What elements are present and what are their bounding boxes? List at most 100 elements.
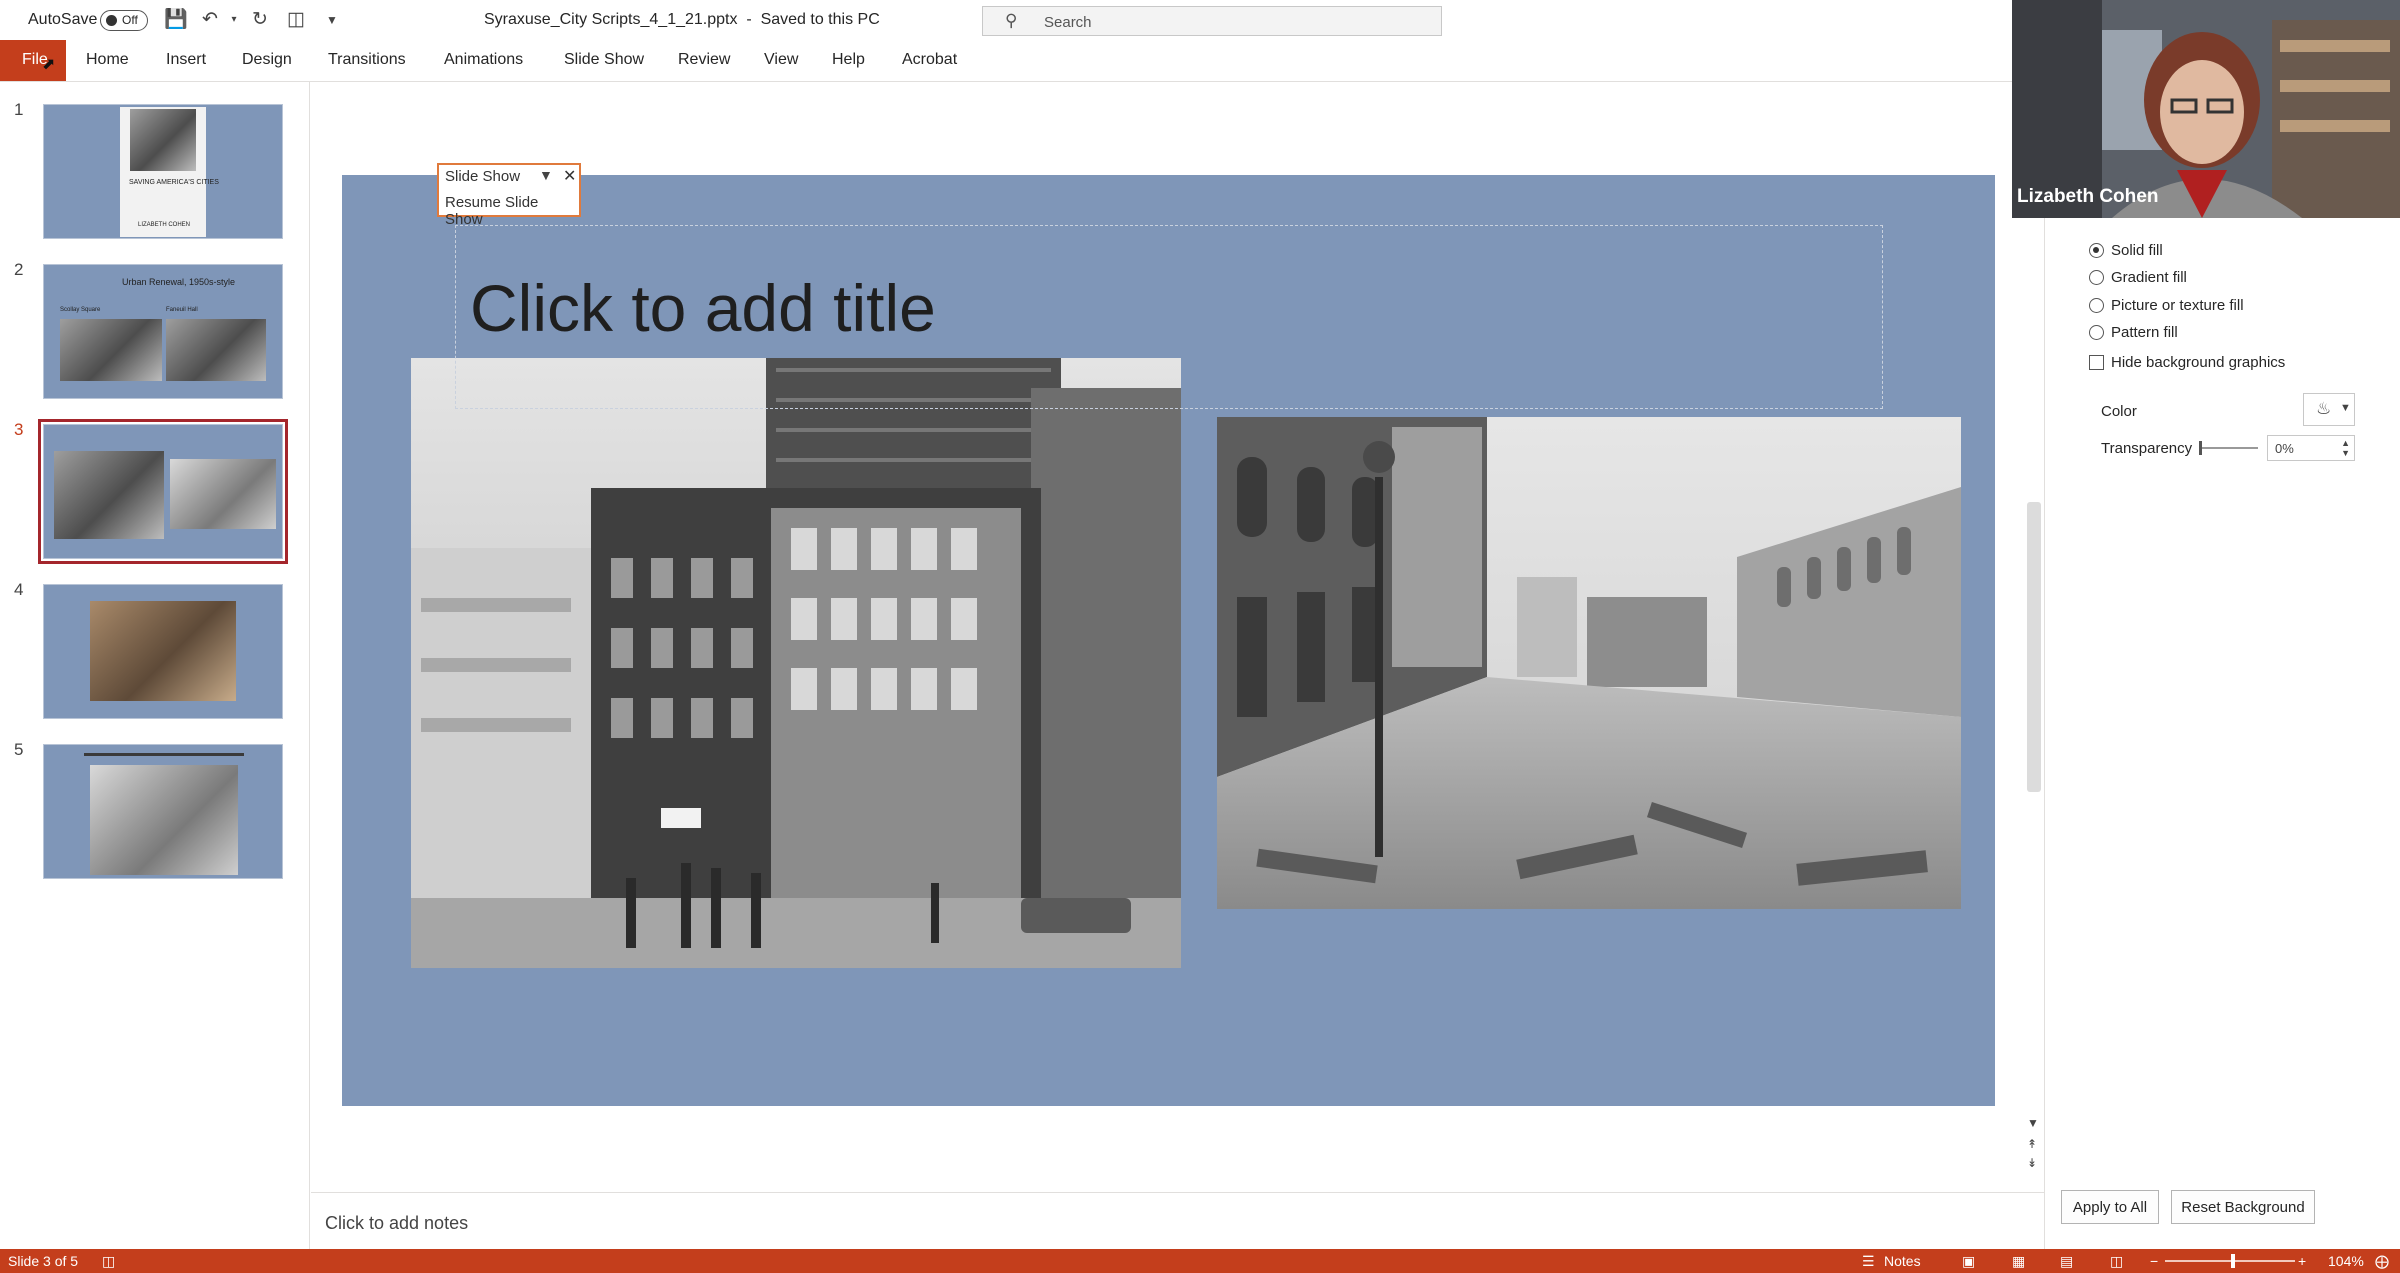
status-bar: Slide 3 of 5 ◫ ☰ Notes ▣ ▦ ▤ ◫ − + 104% …: [0, 1249, 2400, 1273]
popup-close-icon[interactable]: ✕: [563, 166, 576, 186]
slide-thumbnail-2[interactable]: Urban Renewal, 1950s-style Scollay Squar…: [43, 264, 283, 399]
tab-slide-show[interactable]: Slide Show: [564, 51, 644, 69]
pattern-fill-radio[interactable]: [2089, 325, 2104, 340]
scroll-down-arrow-icon[interactable]: ▼: [2027, 1116, 2039, 1130]
slide-number: 1: [14, 100, 24, 119]
slide-thumbnail-4[interactable]: [43, 584, 283, 719]
autosave-toggle[interactable]: Off: [100, 10, 148, 31]
hide-bg-graphics-label[interactable]: Hide background graphics: [2111, 354, 2285, 371]
slide-thumbnail-3[interactable]: [38, 419, 288, 564]
search-box[interactable]: ⚲ Search: [982, 6, 1442, 36]
tab-acrobat[interactable]: Acrobat: [902, 51, 957, 69]
thumb-photo: [54, 451, 164, 539]
color-picker-button[interactable]: ♨ ▼: [2303, 393, 2355, 426]
slide-thumbnail-1[interactable]: SAVING AMERICA'S CITIES LIZABETH COHEN: [43, 104, 283, 239]
mouse-cursor-icon: ⬈: [42, 56, 56, 73]
toggle-knob: [106, 15, 117, 26]
undo-icon[interactable]: ↶: [198, 8, 222, 32]
transparency-value: 0%: [2275, 441, 2294, 456]
redo-icon[interactable]: ↻: [248, 8, 272, 32]
reading-view-icon[interactable]: ▤: [2060, 1253, 2073, 1270]
document-title: Syraxuse_City Scripts_4_1_21.pptx - Save…: [484, 11, 880, 28]
popup-dropdown-icon[interactable]: ▼: [539, 167, 553, 183]
gradient-fill-radio[interactable]: [2089, 270, 2104, 285]
spelling-icon[interactable]: ◫: [102, 1253, 115, 1270]
tab-view[interactable]: View: [764, 51, 798, 69]
notes-icon[interactable]: ☰: [1862, 1253, 1875, 1270]
canvas-vertical-scrollbar[interactable]: ▼ ↟ ↡: [2024, 82, 2044, 1192]
paint-bucket-icon: ♨: [2316, 399, 2332, 418]
picture-fill-radio[interactable]: [2089, 298, 2104, 313]
thumb-photo: [60, 319, 162, 381]
slide-thumbnail-5[interactable]: [43, 744, 283, 879]
slide-sorter-icon[interactable]: ▦: [2012, 1253, 2025, 1270]
hide-bg-graphics-checkbox[interactable]: [2089, 355, 2104, 370]
participant-name: Lizabeth Cohen: [2017, 186, 2159, 207]
pattern-fill-label[interactable]: Pattern fill: [2111, 324, 2178, 341]
previous-slide-icon[interactable]: ↟: [2027, 1137, 2037, 1151]
tab-design[interactable]: Design: [242, 51, 292, 69]
search-icon: ⚲: [1005, 11, 1018, 30]
slide2-caption-left: Scollay Square: [60, 307, 101, 313]
thumb-photo: [166, 319, 266, 381]
tab-insert[interactable]: Insert: [166, 51, 206, 69]
slide2-caption-right: Faneuil Hall: [166, 307, 198, 313]
book-cover: SAVING AMERICA'S CITIES LIZABETH COHEN: [120, 107, 219, 237]
title-placeholder-text[interactable]: Click to add title: [470, 270, 936, 346]
reset-background-button[interactable]: Reset Background: [2171, 1190, 2315, 1224]
tab-home[interactable]: Home: [86, 51, 129, 69]
popup-title: Slide Show: [445, 168, 521, 185]
photo-left-drawing: [411, 358, 1181, 968]
notes-button[interactable]: Notes: [1884, 1253, 1921, 1269]
notes-pane[interactable]: Click to add notes: [311, 1192, 2044, 1249]
normal-view-icon[interactable]: ▣: [1962, 1253, 1975, 1270]
slide-photo-right[interactable]: [1217, 417, 1961, 909]
slide-show-view-icon[interactable]: ◫: [2110, 1253, 2123, 1270]
thumb-photo: [90, 765, 238, 875]
tab-file[interactable]: File: [0, 40, 66, 81]
book-author: LIZABETH COHEN: [138, 222, 191, 228]
slider-knob[interactable]: [2199, 441, 2202, 455]
next-slide-icon[interactable]: ↡: [2027, 1156, 2037, 1170]
save-icon[interactable]: 💾: [164, 8, 188, 32]
slide-number: 4: [14, 580, 24, 599]
transparency-slider[interactable]: [2199, 441, 2258, 455]
color-label: Color: [2101, 403, 2137, 420]
zoom-in-icon[interactable]: +: [2298, 1253, 2306, 1269]
transparency-label: Transparency: [2101, 440, 2193, 457]
present-from-start-icon[interactable]: ◫: [284, 8, 308, 32]
autosave-state: Off: [122, 13, 138, 27]
slide-number: 3: [14, 420, 24, 439]
zoom-slider-knob[interactable]: [2231, 1254, 2235, 1268]
customize-qat-icon[interactable]: ▼: [320, 8, 344, 32]
search-placeholder: Search: [1044, 14, 1092, 31]
spin-buttons-icon[interactable]: ▲ ▼: [2341, 438, 2350, 458]
scrollbar-thumb[interactable]: [2027, 502, 2041, 792]
tab-transitions[interactable]: Transitions: [328, 51, 406, 69]
chevron-down-icon: ▼: [2340, 402, 2351, 414]
slide-number: 2: [14, 260, 24, 279]
tab-review[interactable]: Review: [678, 51, 730, 69]
thumb-photo: [170, 459, 276, 529]
thumb-caption-line: [84, 753, 244, 756]
fit-to-window-icon[interactable]: ⨁: [2375, 1253, 2389, 1270]
transparency-input[interactable]: 0% ▲ ▼: [2267, 435, 2355, 461]
zoom-out-icon[interactable]: −: [2150, 1253, 2158, 1269]
gradient-fill-label[interactable]: Gradient fill: [2111, 269, 2187, 286]
picture-fill-label[interactable]: Picture or texture fill: [2111, 297, 2244, 314]
slide-thumbnail-pane: 1 SAVING AMERICA'S CITIES LIZABETH COHEN…: [0, 82, 310, 1249]
zoom-slider[interactable]: [2165, 1260, 2295, 1262]
photo-right-drawing: [1217, 417, 1961, 909]
solid-fill-radio[interactable]: [2089, 243, 2104, 258]
slide-number: 5: [14, 740, 24, 759]
zoom-level[interactable]: 104%: [2328, 1253, 2364, 1269]
resume-slide-show-link[interactable]: Resume Slide Show: [445, 194, 579, 228]
slide-counter: Slide 3 of 5: [8, 1253, 79, 1269]
notes-placeholder[interactable]: Click to add notes: [325, 1213, 468, 1234]
slide-photo-left[interactable]: [411, 358, 1181, 968]
tab-help[interactable]: Help: [832, 51, 865, 69]
undo-dropdown-icon[interactable]: ▾: [222, 8, 246, 32]
tab-animations[interactable]: Animations: [444, 51, 523, 69]
solid-fill-label[interactable]: Solid fill: [2111, 242, 2163, 259]
apply-to-all-button[interactable]: Apply to All: [2061, 1190, 2159, 1224]
